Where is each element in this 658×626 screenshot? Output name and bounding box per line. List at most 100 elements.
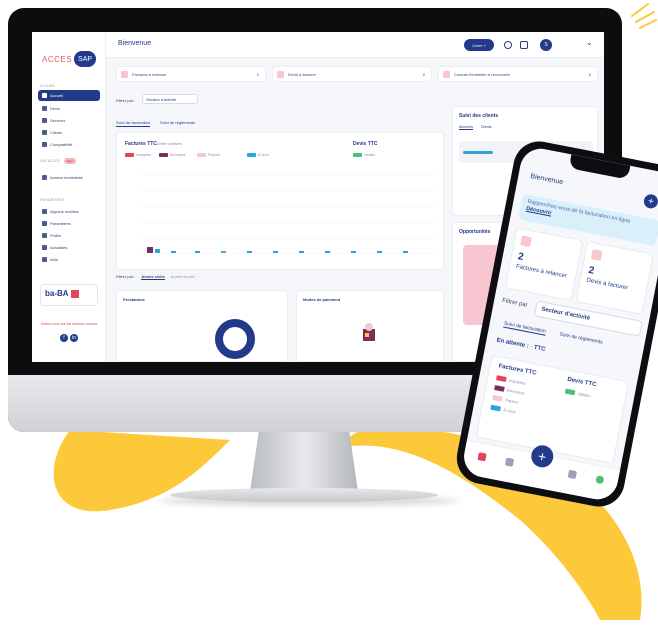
- phone-card-devis[interactable]: 2 Devis à facturer: [575, 240, 654, 315]
- sidebar-item-aide[interactable]: Aide: [38, 254, 100, 265]
- profile-icon[interactable]: [595, 475, 605, 485]
- phone-page-title: Bienvenue: [529, 172, 564, 187]
- linkedin-icon[interactable]: in: [70, 334, 78, 342]
- home-icon: [42, 93, 47, 98]
- chart-title-devis: Devis TTC: [353, 141, 378, 147]
- tab-suivi-reglements[interactable]: Suivi de règlements: [160, 120, 195, 127]
- bell-icon[interactable]: [520, 41, 528, 49]
- legend-swatch: [125, 153, 134, 157]
- gear-icon: [42, 221, 47, 226]
- legend-item: Impayées: [125, 153, 151, 157]
- legend-item: Validés: [564, 388, 591, 398]
- tab-clients[interactable]: Clients: [481, 125, 492, 130]
- top-bar: Bienvenue Créer + S ⌄: [106, 32, 604, 58]
- tab-suivi-facturation[interactable]: Suivi de facturation: [503, 320, 547, 336]
- promo-logo-icon: [70, 289, 79, 298]
- legend-item: Envoyées: [159, 153, 185, 157]
- sidebar: ACCES SAP ACCUEIL Accueil Devis Services…: [32, 32, 106, 362]
- nav-section-label-3: PARAMÈTRES: [40, 198, 64, 202]
- sidebar-item-actualites[interactable]: Actualités: [38, 242, 100, 253]
- sidebar-item-comptabilite[interactable]: Comptabilité: [38, 139, 100, 150]
- alert-icon: [277, 70, 284, 78]
- year-filter: Filtrer par : Année civile Année fiscale: [116, 274, 195, 280]
- chart-title-devis: Devis TTC: [566, 376, 597, 389]
- new-badge: New: [63, 158, 76, 164]
- legend-item: Envoyées: [494, 385, 525, 396]
- users-icon: [42, 130, 47, 135]
- news-icon: [42, 245, 47, 250]
- prestations-donut-chart: [215, 319, 255, 359]
- sparkle-decoration-icon: [631, 3, 657, 29]
- avatar[interactable]: S: [540, 39, 552, 51]
- legend-item: Impayées: [495, 375, 527, 386]
- sidebar-item-services[interactable]: Services: [38, 115, 100, 126]
- document-icon[interactable]: [504, 457, 515, 467]
- calculator-icon: [42, 142, 47, 147]
- sidebar-item-devis[interactable]: Devis: [38, 103, 100, 114]
- phone-notch: [568, 154, 631, 180]
- sidebar-item-apports[interactable]: Apports mobiles: [38, 206, 100, 217]
- sidebar-item-parametres[interactable]: Paramètres: [38, 218, 100, 229]
- card-title: Modes de paiement: [303, 297, 341, 302]
- page-title: Bienvenue: [118, 40, 152, 47]
- alert-card-contrat[interactable]: Contrat d'entretien à renouveler 0: [438, 66, 598, 82]
- legend-swatch: [564, 388, 576, 396]
- pending-amount: En attente : - TTC: [495, 337, 546, 353]
- home-icon[interactable]: [477, 452, 487, 462]
- billing-bar-chart: [139, 174, 437, 254]
- filter-select[interactable]: Secteur d'activité: [142, 94, 198, 104]
- promo-card[interactable]: ba-BA: [40, 284, 98, 306]
- user-icon: [42, 233, 47, 238]
- phone-filter-label: Filtrer par: [501, 297, 528, 309]
- legend-item: À venir: [247, 153, 269, 157]
- legend-item: Validés: [353, 153, 375, 157]
- tab-suivi-facturation[interactable]: Suivi de facturation: [116, 120, 151, 127]
- progress-bar: [463, 151, 493, 154]
- tab-suivi-reglements[interactable]: Suivi de règlements: [559, 331, 603, 346]
- tab-annee-civile[interactable]: Année civile: [141, 274, 165, 280]
- lightning-icon: [42, 175, 47, 180]
- facebook-icon[interactable]: f: [60, 334, 68, 342]
- chart-title: Factures TTC: [125, 141, 157, 147]
- app-logo[interactable]: ACCES SAP: [42, 50, 98, 68]
- phone-card-factures[interactable]: 2 Factures à relancer: [504, 227, 584, 302]
- phone-icon: [42, 209, 47, 214]
- logo-badge: SAP: [74, 51, 97, 67]
- billing-chart-card: Factures TTC Chiffre d'affaires Devis TT…: [116, 132, 444, 270]
- tabs: Suivi de facturation Suivi de règlements: [116, 120, 195, 127]
- legend-swatch: [494, 385, 505, 392]
- sidebar-item-clients[interactable]: Clients: [38, 127, 100, 138]
- chart-title: Factures TTC: [498, 363, 537, 377]
- search-icon[interactable]: [504, 41, 512, 49]
- filter-label: Filtrer par :: [116, 98, 136, 103]
- monitor-foot: [170, 488, 438, 502]
- sidebar-item-accueil[interactable]: Accueil: [38, 90, 100, 101]
- chevron-down-icon[interactable]: ⌄: [586, 38, 593, 47]
- legend-swatch: [490, 404, 502, 412]
- alert-card-devis[interactable]: Devis à facturer 2: [272, 66, 432, 82]
- invoice-icon: [520, 235, 532, 248]
- document-icon: [42, 106, 47, 111]
- sidebar-item-profils[interactable]: Profils: [38, 230, 100, 241]
- legend-item: Payées: [197, 153, 220, 157]
- monitor-neck: [250, 432, 358, 492]
- calculator-icon[interactable]: [567, 469, 578, 480]
- sidebar-item-avance-immediate[interactable]: Avance immédiate: [38, 172, 100, 183]
- legend-swatch: [159, 153, 168, 157]
- tab-annee-fiscale[interactable]: Année fiscale: [171, 274, 195, 280]
- add-button[interactable]: +: [642, 193, 658, 210]
- prestations-card: Prestations: [116, 290, 288, 362]
- nav-section-label-2: SAP ACCES New: [40, 158, 76, 164]
- logo-text: ACCES: [42, 54, 73, 64]
- legend-item: À venir: [490, 404, 516, 414]
- legend-swatch: [495, 375, 507, 383]
- tab-abonnes[interactable]: Abonnés: [459, 125, 473, 130]
- legend-item: Payées: [492, 394, 519, 405]
- card-title: Prestations: [123, 297, 145, 302]
- alert-card-factures[interactable]: Factures à relancer 1: [116, 66, 266, 82]
- chart-subtitle: Chiffre d'affaires: [157, 142, 183, 146]
- create-button[interactable]: Créer +: [464, 39, 494, 51]
- legend-swatch: [247, 153, 256, 157]
- side-tabs: Abonnés Clients: [459, 125, 492, 130]
- quote-icon: [590, 249, 603, 261]
